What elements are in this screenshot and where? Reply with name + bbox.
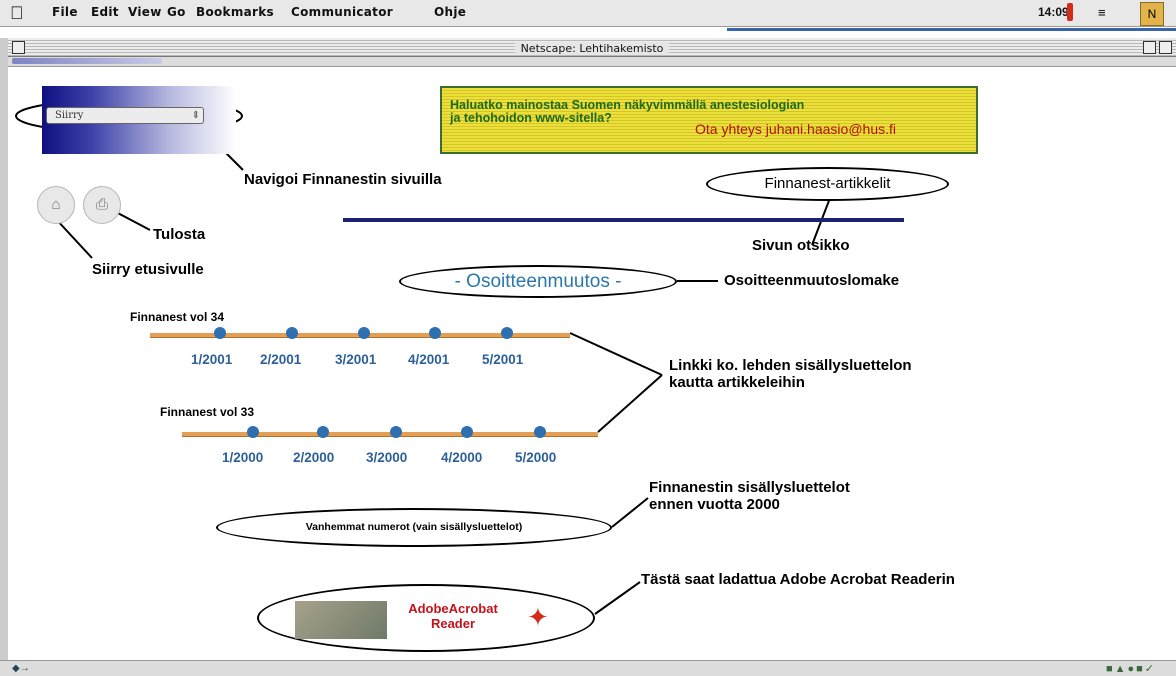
older-issues-link[interactable]: Vanhemmat numerot (vain sisällysluettelo… — [216, 508, 612, 547]
connector-acrobat — [594, 581, 641, 615]
connector-home — [54, 217, 93, 259]
annotation-acrobat: Tästä saat ladattua Adobe Acrobat Reader… — [641, 571, 955, 588]
vol33-issue-2-link[interactable]: 2/2000 — [293, 450, 334, 465]
annotation-home: Siirry etusivulle — [92, 261, 204, 278]
vol34-label: Finnanest vol 34 — [130, 310, 225, 324]
vol33-issue-3-link[interactable]: 3/2000 — [366, 450, 407, 465]
vol33-issue-1-link[interactable]: 1/2000 — [222, 450, 263, 465]
vol33-issue-1-dot[interactable] — [247, 426, 259, 438]
home-button[interactable]: ⌂ — [37, 186, 75, 224]
annotation-page-title: Sivun otsikko — [752, 237, 850, 254]
security-lock-icon[interactable]: ◆→ — [12, 663, 30, 674]
connector-toc — [611, 497, 649, 528]
vol34-issue-1-link[interactable]: 1/2001 — [191, 352, 232, 367]
connector-vol34 — [569, 332, 663, 376]
vol34-issue-1-dot[interactable] — [214, 327, 226, 339]
ad-banner[interactable]: Haluatko mainostaa Suomen näkyvimmällä a… — [440, 86, 978, 154]
article-title: Finnanest-artikkelit — [706, 167, 949, 201]
vol34-issue-3-link[interactable]: 3/2001 — [335, 352, 376, 367]
home-icon: ⌂ — [51, 196, 61, 213]
annotation-toc-line-2: ennen vuotta 2000 — [649, 496, 780, 513]
print-button[interactable]: ⎙ — [83, 186, 121, 224]
status-bar: ◆→ ■▲●■✓ — [0, 660, 1176, 676]
annotation-navigate: Navigoi Finnanestin sivuilla — [244, 171, 442, 188]
annotation-link-line-2: kautta artikkeleihin — [669, 374, 805, 391]
acrobat-artwork-image — [295, 601, 387, 639]
vol33-issue-5-link[interactable]: 5/2000 — [515, 450, 556, 465]
title-rule — [343, 218, 904, 222]
navigation-select-value: Siirry — [55, 110, 84, 121]
vol34-issue-4-link[interactable]: 4/2001 — [408, 352, 449, 367]
vol33-issue-2-dot[interactable] — [317, 426, 329, 438]
ad-line-1: Haluatko mainostaa Suomen näkyvimmällä a… — [450, 98, 805, 112]
vol33-issue-5-dot[interactable] — [534, 426, 546, 438]
vol34-issue-3-dot[interactable] — [358, 327, 370, 339]
acrobat-wordmark-line-1: AdobeAcrobat — [408, 601, 498, 616]
navigation-select[interactable]: Siirry ⇕ — [46, 107, 204, 124]
vol34-issue-2-dot[interactable] — [286, 327, 298, 339]
vol34-issue-2-link[interactable]: 2/2001 — [260, 352, 301, 367]
acrobat-wordmark: AdobeAcrobat Reader — [393, 601, 513, 631]
annotation-link-line-1: Linkki ko. lehden sisällysluettelon — [669, 357, 912, 374]
acrobat-wordmark-line-2: Reader — [430, 616, 476, 631]
ad-contact: Ota yhteys juhani.haasio@hus.fi — [695, 121, 896, 137]
vol33-issue-3-dot[interactable] — [390, 426, 402, 438]
connector-vol33 — [597, 374, 663, 433]
acrobat-logo-icon: ✦ — [527, 602, 549, 632]
vol34-issue-5-dot[interactable] — [501, 327, 513, 339]
select-arrows-icon: ⇕ — [191, 110, 200, 121]
address-change-link[interactable]: - Osoitteenmuutos - — [399, 265, 677, 298]
vol33-issue-4-dot[interactable] — [461, 426, 473, 438]
annotation-print: Tulosta — [153, 226, 206, 243]
ad-line-2: ja tehohoidon www-sitella? — [450, 111, 612, 125]
vol34-issue-5-link[interactable]: 5/2001 — [482, 352, 523, 367]
annotation-toc-line-1: Finnanestin sisällysluettelot — [649, 479, 850, 496]
component-bar-icons[interactable]: ■▲●■✓ — [1106, 662, 1156, 675]
acrobat-download-link[interactable]: AdobeAcrobat Reader ✦ — [257, 584, 595, 652]
annotation-address-form: Osoitteenmuutoslomake — [724, 272, 900, 289]
vol34-issue-4-dot[interactable] — [429, 327, 441, 339]
vol33-label: Finnanest vol 33 — [160, 405, 255, 419]
vol33-issue-4-link[interactable]: 4/2000 — [441, 450, 482, 465]
printer-icon: ⎙ — [95, 196, 108, 213]
